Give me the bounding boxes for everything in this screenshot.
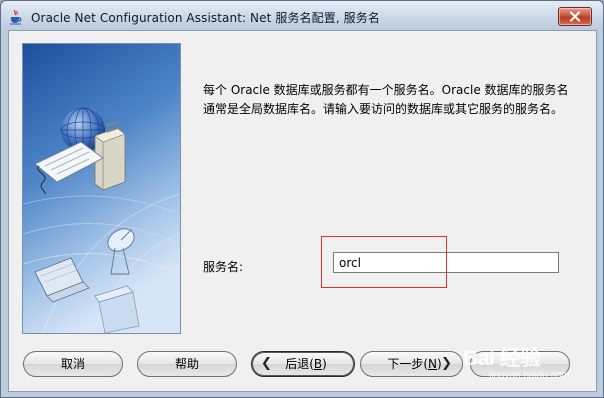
window-title: Oracle Net Configuration Assistant: Net … [31,11,380,25]
help-button[interactable]: 帮助 [137,351,237,377]
service-name-label: 服务名: [203,260,244,274]
network-illustration [23,44,180,333]
dialog-window: Oracle Net Configuration Assistant: Net … [0,0,604,398]
back-label-end: ) [322,357,327,371]
back-label-text: 后退( [285,357,314,371]
chevron-right-icon: ❯ [441,356,452,371]
instruction-text: 每个 Oracle 数据库或服务都有一个服务名。Oracle 数据库的服务名通常… [203,83,569,116]
title-bar[interactable]: Oracle Net Configuration Assistant: Net … [1,1,603,31]
back-label: 后退(B) [279,352,327,376]
cancel-label: 取消 [60,357,85,371]
next-accelerator: N [428,357,437,371]
close-button[interactable] [558,7,592,26]
next-label: 下一步(N) [381,352,441,376]
back-accelerator: B [313,357,323,371]
wizard-illustration [22,43,181,334]
next-button[interactable]: 下一步(N) ❯ [360,351,463,377]
help-label: 帮助 [174,357,199,371]
chevron-left-icon: ❮ [261,356,272,371]
cancel-button[interactable]: 取消 [23,351,123,377]
close-icon [569,11,581,22]
dialog-content: 每个 Oracle 数据库或服务都有一个服务名。Oracle 数据库的服务名通常… [8,30,597,392]
service-name-input[interactable] [333,252,559,273]
java-coffee-icon [10,9,22,25]
back-button[interactable]: ❮ 后退(B) [251,351,355,377]
finish-button[interactable] [470,351,570,377]
next-label-text: 下一步( [387,357,428,371]
